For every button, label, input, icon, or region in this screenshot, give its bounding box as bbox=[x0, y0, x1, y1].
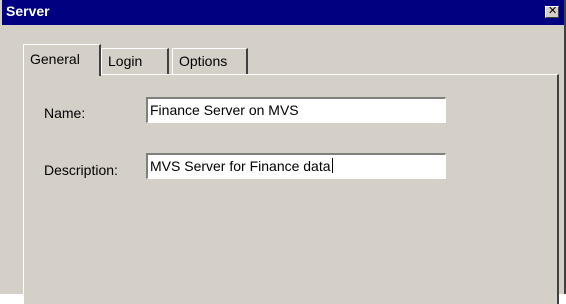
name-field-value: Finance Server on MVS bbox=[150, 102, 299, 118]
general-panel: Name: Finance Server on MVS Description:… bbox=[23, 74, 559, 304]
tab-login[interactable]: Login bbox=[101, 48, 169, 74]
name-label: Name: bbox=[44, 105, 86, 121]
server-dialog: Server ✕ General Login Options Name: Fin… bbox=[0, 0, 566, 304]
tab-general[interactable]: General bbox=[23, 44, 101, 76]
description-field[interactable]: MVS Server for Finance data bbox=[146, 153, 446, 179]
description-field-value: MVS Server for Finance data bbox=[150, 158, 331, 174]
name-field[interactable]: Finance Server on MVS bbox=[146, 97, 446, 123]
title-bar[interactable]: Server ✕ bbox=[2, 0, 564, 25]
text-caret bbox=[331, 158, 333, 173]
tab-options[interactable]: Options bbox=[172, 48, 248, 74]
description-label: Description: bbox=[44, 162, 118, 178]
close-button[interactable]: ✕ bbox=[545, 4, 559, 18]
close-icon: ✕ bbox=[548, 4, 558, 17]
window-title: Server bbox=[6, 3, 50, 19]
